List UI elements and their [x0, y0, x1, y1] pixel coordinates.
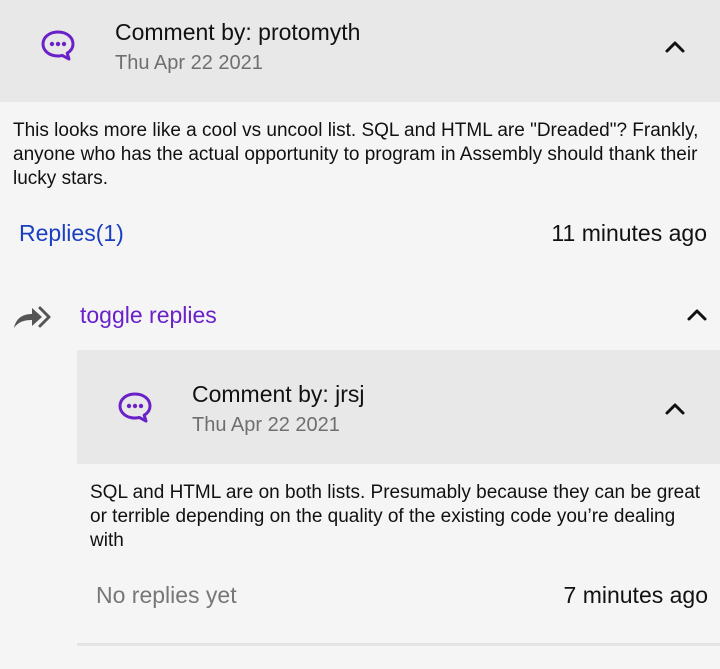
reply-author: Comment by: jrsj	[192, 381, 365, 407]
speech-bubble-icon	[118, 392, 152, 423]
chevron-up-icon[interactable]	[685, 302, 709, 326]
reply-timestamp: 7 minutes ago	[563, 582, 708, 608]
comment-author: Comment by: protomyth	[115, 19, 361, 45]
toggle-replies-row[interactable]: toggle replies	[0, 296, 720, 336]
replies-count-link[interactable]: Replies(1)	[19, 220, 124, 247]
reply-arrow-icon	[14, 306, 51, 328]
chevron-up-icon[interactable]	[663, 34, 687, 58]
comment-timestamp: 11 minutes ago	[551, 220, 707, 246]
speech-bubble-icon	[41, 30, 75, 61]
chevron-up-icon[interactable]	[663, 396, 687, 420]
comment-thread: Comment by: protomyth Thu Apr 22 2021 Th…	[0, 0, 720, 669]
divider	[77, 643, 720, 646]
reply-date: Thu Apr 22 2021	[192, 414, 340, 436]
reply-body: SQL and HTML are on both lists. Presumab…	[90, 482, 701, 551]
comment-body: This looks more like a cool vs uncool li…	[13, 120, 699, 189]
reply-header[interactable]: Comment by: jrsj Thu Apr 22 2021	[77, 350, 720, 464]
comment-header[interactable]: Comment by: protomyth Thu Apr 22 2021	[0, 0, 720, 102]
comment-date: Thu Apr 22 2021	[115, 52, 263, 74]
toggle-replies-link[interactable]: toggle replies	[80, 302, 217, 329]
no-replies-label: No replies yet	[96, 582, 237, 608]
